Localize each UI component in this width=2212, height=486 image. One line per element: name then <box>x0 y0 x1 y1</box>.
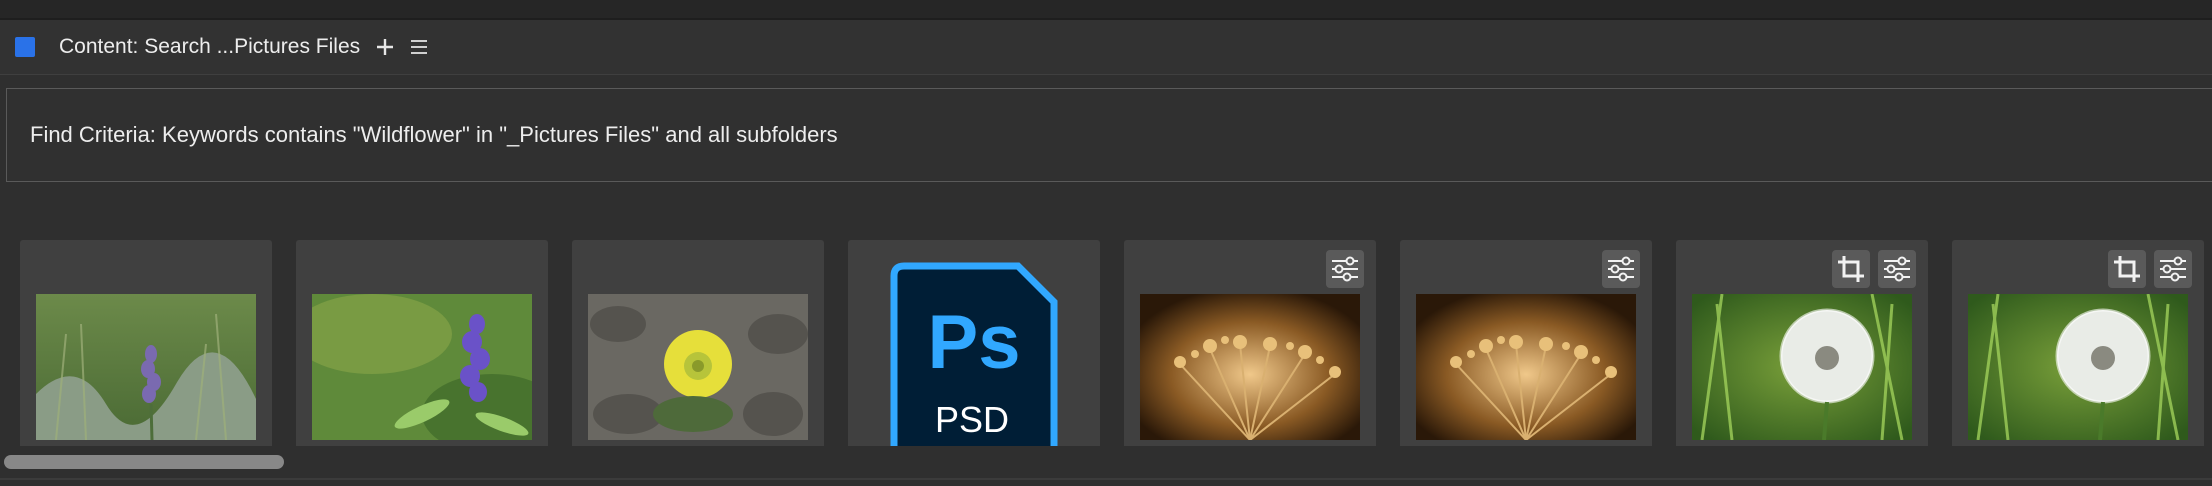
badge-row <box>1832 250 1916 288</box>
badge-row <box>1326 250 1364 288</box>
panel-divider <box>0 478 2212 480</box>
thumbnail-5[interactable] <box>1124 240 1376 446</box>
crop-icon <box>1838 256 1864 282</box>
thumbnail-4-psd[interactable]: Ps PSD <box>848 240 1100 446</box>
adjustments-badge[interactable] <box>1326 250 1364 288</box>
thumbnail-grid: Ps PSD <box>0 240 2212 446</box>
thumbnail-image <box>1416 294 1636 440</box>
thumbnail-6[interactable] <box>1400 240 1652 446</box>
panel-header: Content: Search ...Pictures Files <box>0 20 2212 75</box>
crop-badge[interactable] <box>1832 250 1870 288</box>
thumbnail-1[interactable] <box>20 240 272 446</box>
seed-head-photo <box>1416 294 1636 440</box>
thumbnail-image <box>1968 294 2188 440</box>
seed-head-photo <box>1140 294 1360 440</box>
lupine-closeup-photo <box>312 294 532 440</box>
adjustments-badge[interactable] <box>1602 250 1640 288</box>
crop-badge[interactable] <box>2108 250 2146 288</box>
scrollbar-thumb[interactable] <box>4 455 284 469</box>
badge-row <box>1602 250 1640 288</box>
panel-title[interactable]: Content: Search ...Pictures Files <box>59 35 360 59</box>
plus-icon <box>377 39 394 55</box>
adjustments-badge[interactable] <box>1878 250 1916 288</box>
panel-color-swatch <box>15 37 35 57</box>
badge-row <box>2108 250 2192 288</box>
adjustments-icon <box>1332 256 1358 282</box>
thumbnail-2[interactable] <box>296 240 548 446</box>
thumbnail-image <box>312 294 532 440</box>
thumbnail-image <box>1140 294 1360 440</box>
hamburger-menu-icon <box>411 40 428 54</box>
adjustments-badge[interactable] <box>2154 250 2192 288</box>
psd-label: PSD <box>935 399 1009 440</box>
top-strip <box>0 0 2212 20</box>
find-criteria-bar: Find Criteria: Keywords contains "Wildfl… <box>6 88 2212 182</box>
thumbnail-image <box>588 294 808 440</box>
horizontal-scrollbar[interactable] <box>0 452 2212 472</box>
thumbnail-image <box>1692 294 1912 440</box>
panel-menu-button[interactable] <box>404 32 434 62</box>
adjustments-icon <box>1608 256 1634 282</box>
add-panel-button[interactable] <box>370 32 400 62</box>
dandelion-photo <box>1968 294 2188 440</box>
thumbnail-8[interactable] <box>1952 240 2204 446</box>
photoshop-file-icon: Ps PSD <box>890 262 1058 446</box>
adjustments-icon <box>2160 256 2186 282</box>
find-criteria-text: Find Criteria: Keywords contains "Wildfl… <box>30 122 838 147</box>
dandelion-photo <box>1692 294 1912 440</box>
lupine-photo <box>36 294 256 440</box>
thumbnail-3[interactable] <box>572 240 824 446</box>
thumbnail-image <box>36 294 256 440</box>
ps-logo-text: Ps <box>928 300 1021 385</box>
crop-icon <box>2114 256 2140 282</box>
adjustments-icon <box>1884 256 1910 282</box>
thumbnail-7[interactable] <box>1676 240 1928 446</box>
cactus-flower-photo <box>588 294 808 440</box>
